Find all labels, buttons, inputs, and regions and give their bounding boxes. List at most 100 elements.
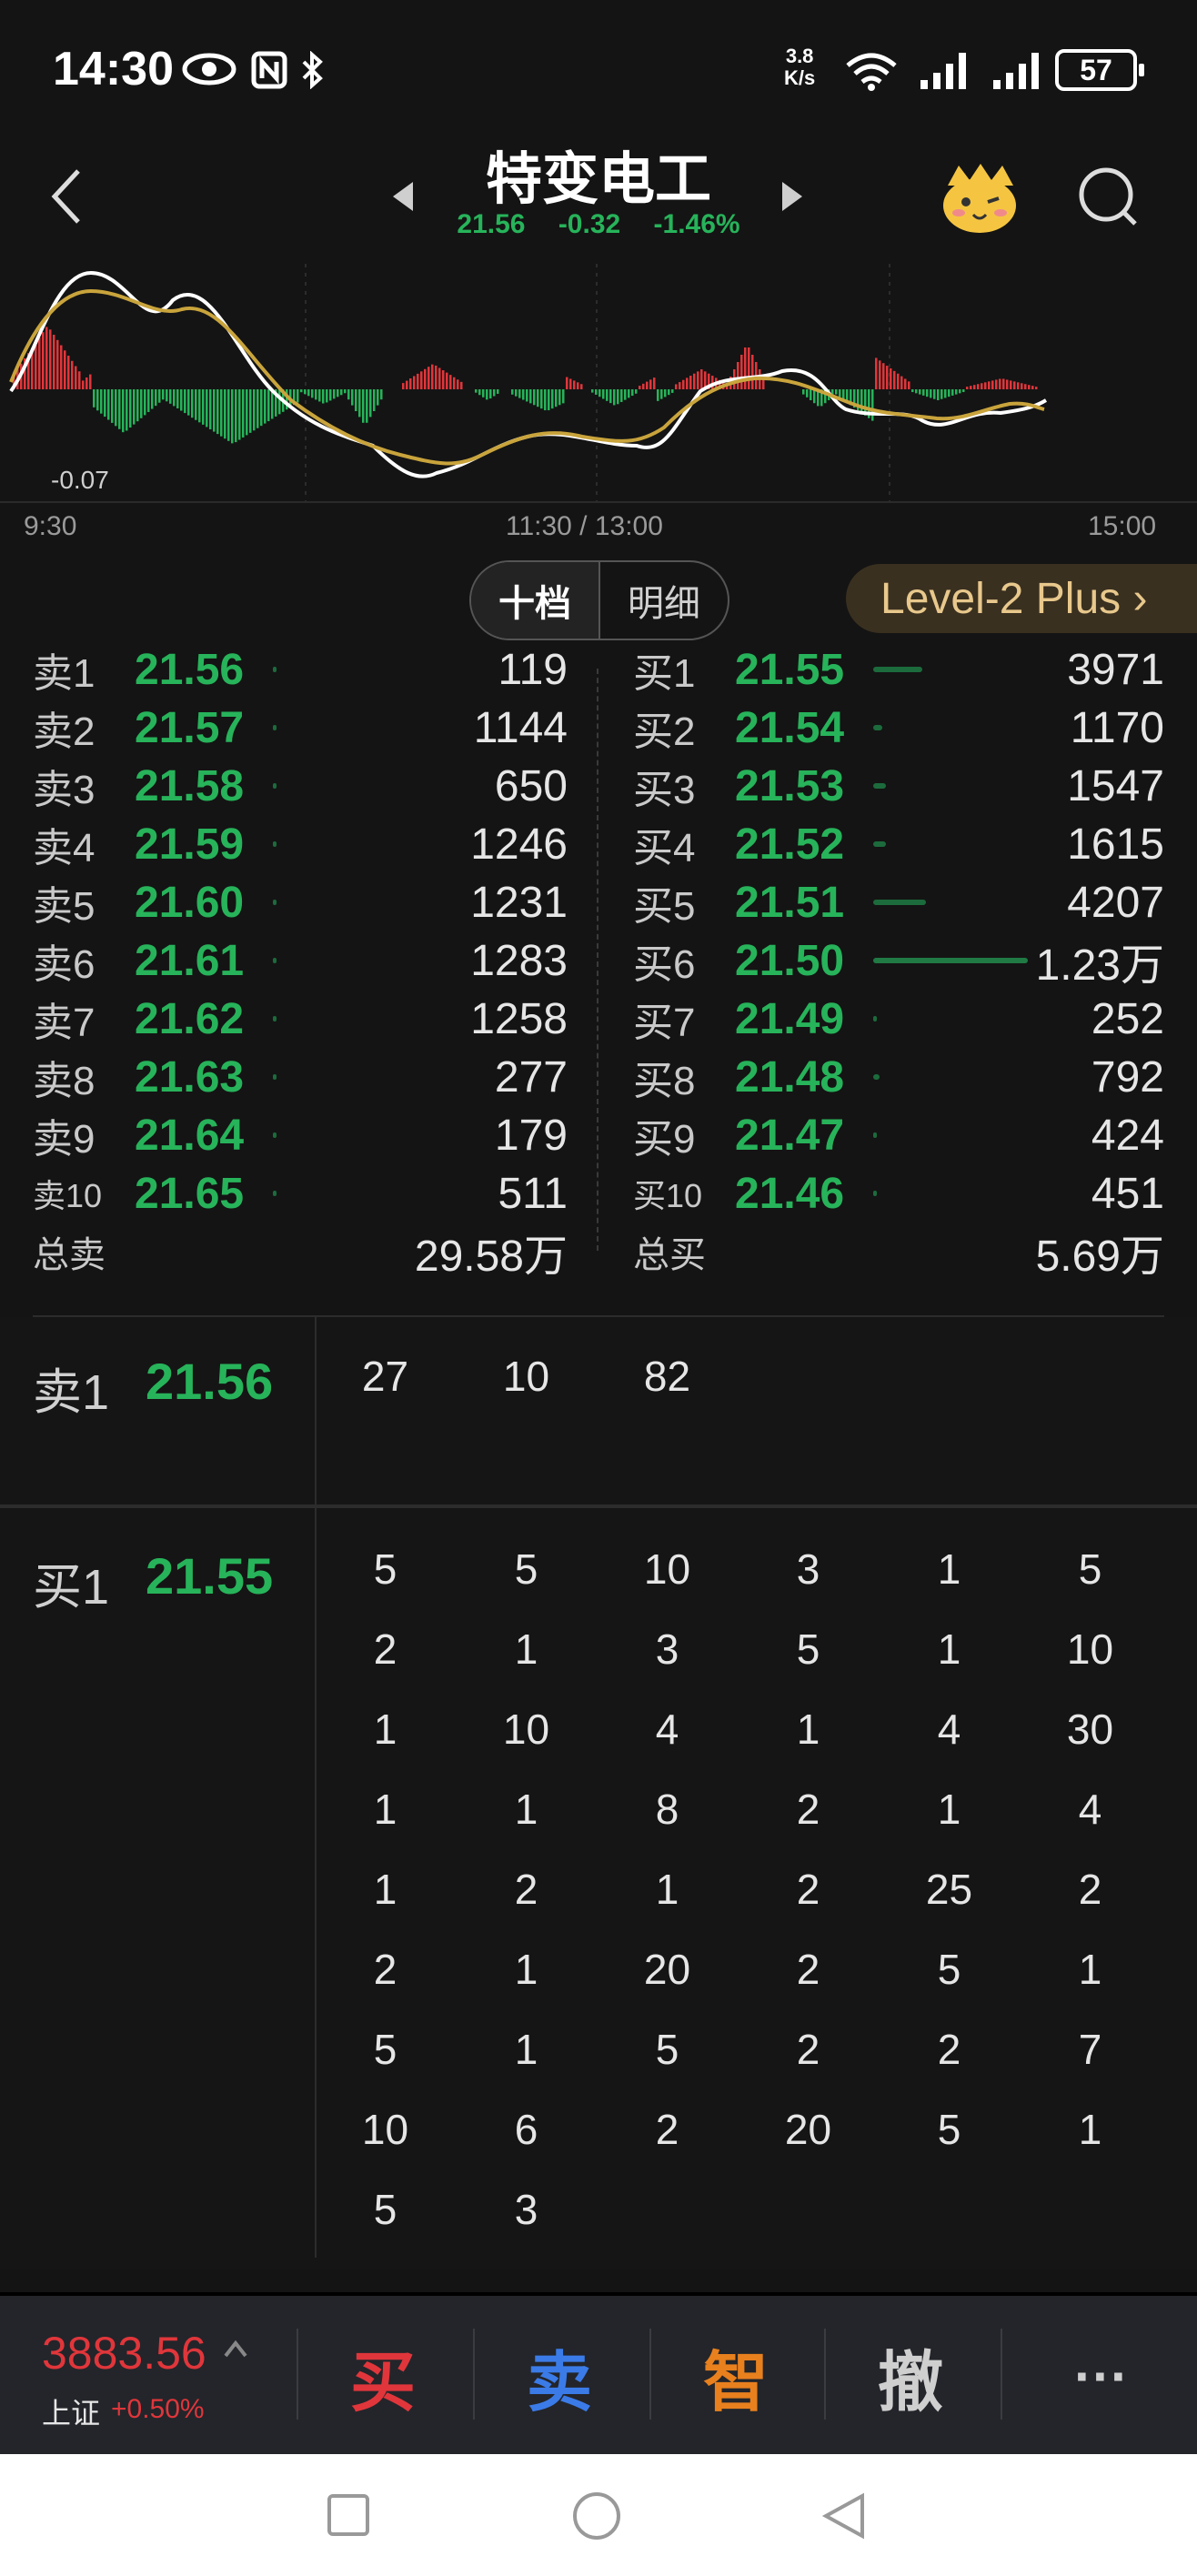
bid-volume-bar bbox=[873, 841, 886, 847]
bid-row[interactable]: 买7 21.49 252 bbox=[633, 990, 1164, 1048]
more-button[interactable]: ··· bbox=[1024, 2312, 1179, 2440]
macd-bar bbox=[329, 389, 332, 401]
macd-bar bbox=[475, 389, 478, 393]
ask-row[interactable]: 卖7 21.62 1258 bbox=[33, 990, 568, 1048]
macd-bar bbox=[890, 367, 892, 389]
macd-bar bbox=[930, 389, 932, 398]
ask-row[interactable]: 卖1 21.56 119 bbox=[33, 640, 568, 699]
macd-bar bbox=[337, 389, 339, 397]
macd-bar bbox=[446, 372, 448, 389]
macd-bar bbox=[435, 365, 438, 389]
ask-price: 21.64 bbox=[135, 1111, 245, 1160]
bid-volume: 3971 bbox=[1067, 645, 1164, 694]
order-qty: 3 bbox=[796, 1545, 820, 1593]
sell-button[interactable]: 卖 bbox=[482, 2312, 637, 2440]
order-qty: 20 bbox=[643, 1946, 691, 1993]
home-icon[interactable] bbox=[571, 2490, 622, 2541]
signal-icon-1 bbox=[920, 53, 966, 89]
ask-row[interactable]: 卖10 21.65 511 bbox=[33, 1164, 568, 1223]
ask-level-label: 卖1 bbox=[33, 651, 96, 696]
buy-button[interactable]: 买 bbox=[306, 2312, 460, 2440]
status-bar: 14:30 3.8 K/s 57 bbox=[0, 0, 1197, 136]
ask-level-label: 卖7 bbox=[33, 1001, 96, 1045]
index-name: 上证 bbox=[42, 2397, 101, 2430]
order-qty: 2 bbox=[796, 1866, 820, 1913]
macd-bar bbox=[311, 389, 314, 398]
index-change: +0.50% bbox=[111, 2394, 205, 2424]
macd-bar bbox=[166, 389, 168, 402]
ask-row[interactable]: 卖2 21.57 1144 bbox=[33, 699, 568, 757]
ask-row[interactable]: 卖9 21.64 179 bbox=[33, 1106, 568, 1164]
bid-row[interactable]: 买4 21.52 1615 bbox=[633, 815, 1164, 873]
ask-volume: 1246 bbox=[470, 820, 568, 869]
tab-detail[interactable]: 明细 bbox=[598, 562, 728, 639]
index-value[interactable]: 3883.56 bbox=[42, 2327, 206, 2380]
bid-row[interactable]: 买2 21.54 1170 bbox=[633, 699, 1164, 757]
macd-bar bbox=[326, 389, 328, 403]
bid-row[interactable]: 买3 21.53 1547 bbox=[633, 757, 1164, 815]
macd-bar bbox=[162, 389, 165, 400]
order-qty: 2 bbox=[796, 1946, 820, 1993]
mascot-icon[interactable] bbox=[937, 158, 1022, 235]
macd-bar bbox=[1010, 380, 1012, 389]
smart-order-button[interactable]: 智 bbox=[659, 2312, 813, 2440]
order-qty: 30 bbox=[1066, 1706, 1114, 1753]
macd-bar bbox=[56, 339, 59, 389]
tab-depth[interactable]: 十档 bbox=[471, 562, 598, 639]
macd-bar bbox=[981, 383, 983, 389]
ask-row[interactable]: 卖4 21.59 1246 bbox=[33, 815, 568, 873]
macd-bar bbox=[42, 332, 45, 389]
macd-bar bbox=[671, 389, 674, 393]
bid-price: 21.55 bbox=[735, 645, 845, 694]
ask-row[interactable]: 卖6 21.61 1283 bbox=[33, 931, 568, 990]
macd-bar bbox=[155, 389, 157, 407]
macd-bar bbox=[486, 389, 488, 400]
bid-row[interactable]: 买8 21.48 792 bbox=[633, 1048, 1164, 1106]
chevron-up-icon[interactable] bbox=[222, 2338, 249, 2360]
bid-price: 21.53 bbox=[735, 761, 845, 810]
macd-bar bbox=[802, 389, 805, 395]
macd-bar bbox=[522, 389, 525, 400]
macd-bar bbox=[133, 389, 136, 425]
search-icon[interactable] bbox=[1075, 164, 1141, 229]
ask-level-label: 卖3 bbox=[33, 768, 96, 812]
cancel-order-button[interactable]: 撤 bbox=[833, 2312, 988, 2440]
macd-bar bbox=[540, 389, 543, 409]
indicator-chart[interactable] bbox=[0, 264, 1197, 506]
ask-row[interactable]: 卖3 21.58 650 bbox=[33, 757, 568, 815]
bid-row[interactable]: 买9 21.47 424 bbox=[633, 1106, 1164, 1164]
macd-bar bbox=[75, 366, 77, 389]
macd-bar bbox=[1031, 386, 1034, 389]
recent-apps-icon[interactable] bbox=[326, 2492, 371, 2538]
queue-column-divider bbox=[315, 1317, 317, 2258]
queue-sell-orders: 27 10 82 bbox=[315, 1353, 1188, 1434]
order-qty: 10 bbox=[361, 2106, 409, 2153]
ask-row[interactable]: 卖8 21.63 277 bbox=[33, 1048, 568, 1106]
bid-row[interactable]: 买10 21.46 451 bbox=[633, 1164, 1164, 1223]
bid-row[interactable]: 买5 21.51 4207 bbox=[633, 873, 1164, 931]
macd-bar bbox=[751, 355, 754, 389]
macd-bar bbox=[526, 389, 528, 402]
macd-bar bbox=[879, 360, 881, 389]
bid-level-label: 买8 bbox=[633, 1059, 696, 1103]
ask-row[interactable]: 卖5 21.60 1231 bbox=[33, 873, 568, 931]
level2-plus-button[interactable]: Level-2 Plus › bbox=[846, 564, 1197, 633]
bid-price: 21.46 bbox=[735, 1169, 845, 1218]
macd-bar bbox=[609, 389, 612, 404]
macd-bar bbox=[595, 389, 598, 395]
macd-bar bbox=[453, 377, 456, 389]
macd-bar bbox=[977, 384, 980, 389]
macd-bar bbox=[216, 389, 219, 435]
macd-bar bbox=[107, 389, 110, 420]
macd-bar bbox=[660, 389, 663, 399]
order-qty: 1 bbox=[655, 1866, 679, 1913]
order-qty: 27 bbox=[361, 1353, 409, 1400]
macd-bar bbox=[173, 389, 176, 407]
back-nav-icon[interactable] bbox=[819, 2490, 870, 2541]
macd-bar bbox=[558, 389, 561, 406]
macd-bar bbox=[93, 389, 96, 408]
macd-bar bbox=[860, 389, 863, 413]
macd-bar bbox=[653, 377, 656, 389]
bid-row[interactable]: 买6 21.50 1.23万 bbox=[633, 931, 1164, 991]
bid-row[interactable]: 买1 21.55 3971 bbox=[633, 640, 1164, 699]
